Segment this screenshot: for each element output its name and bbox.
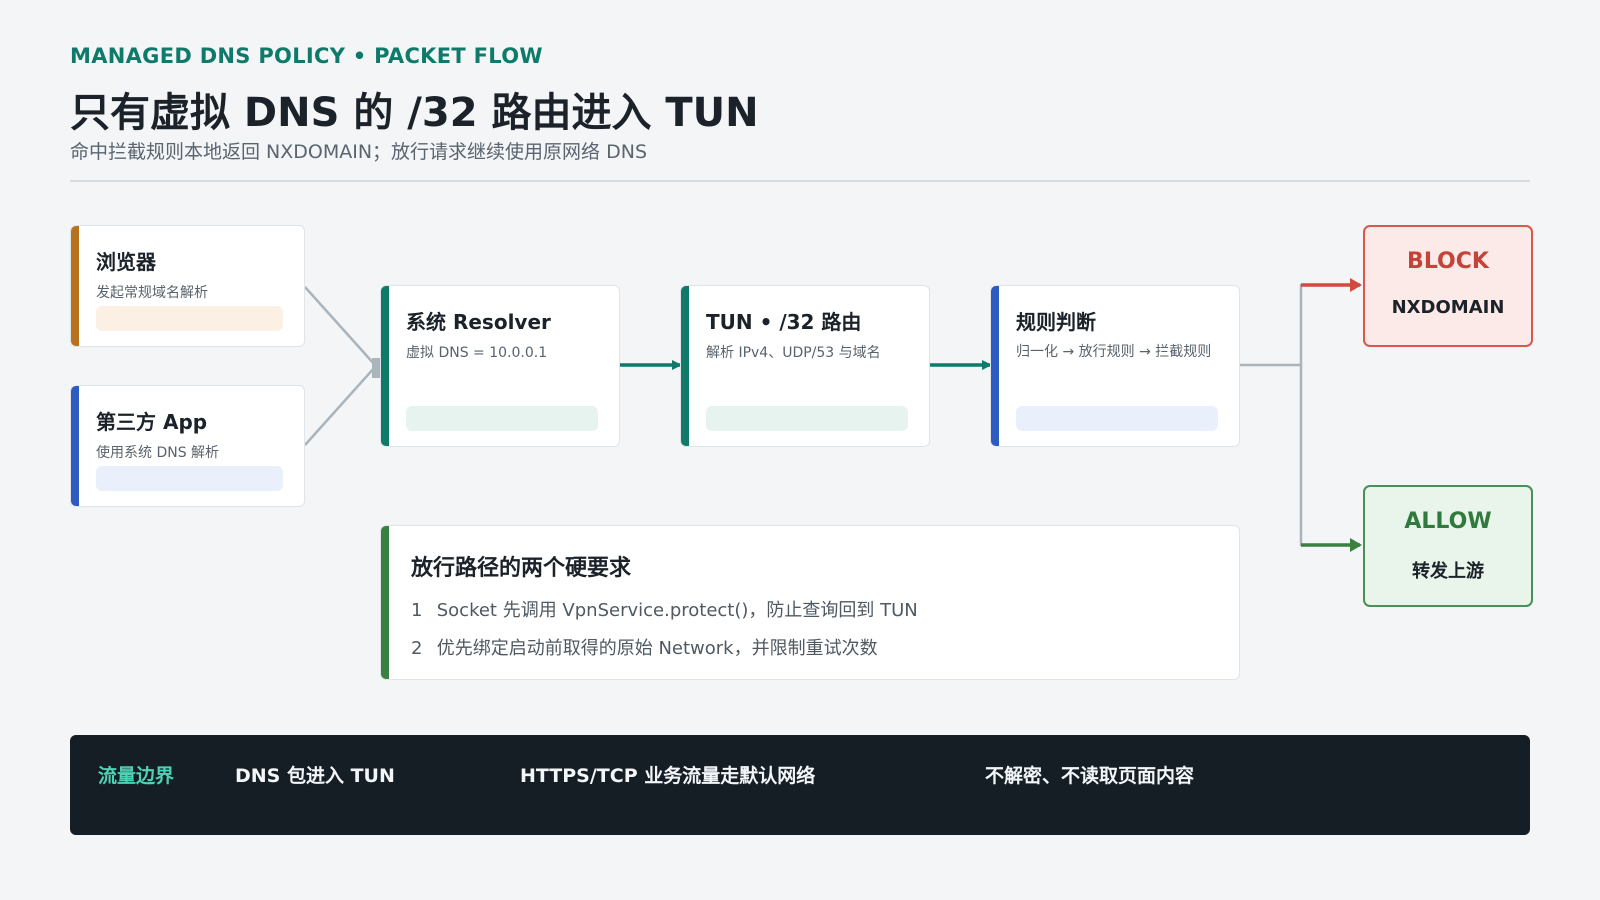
app-to-resolver-line: [304, 366, 376, 446]
requirement-item-2: 2 优先绑定启动前取得的原始 Network，并限制重试次数: [411, 634, 878, 660]
browser-to-resolver-line: [304, 286, 376, 366]
rules-placeholder-bar: [1016, 406, 1218, 431]
app-card: 第三方 App 使用系统 DNS 解析: [70, 385, 305, 507]
browser-card: 浏览器 发起常规域名解析: [70, 225, 305, 347]
browser-title: 浏览器: [96, 250, 156, 274]
traffic-boundary-bar: 流量边界 DNS 包进入 TUN HTTPS/TCP 业务流量走默认网络 不解密…: [70, 735, 1530, 835]
resolver-title: 系统 Resolver: [406, 310, 551, 334]
footer-item-privacy: 不解密、不读取页面内容: [985, 765, 1195, 787]
tun-title: TUN • /32 路由: [706, 310, 862, 334]
block-label: BLOCK: [1407, 249, 1489, 274]
app-placeholder-bar: [96, 466, 283, 491]
app-desc: 使用系统 DNS 解析: [96, 445, 220, 461]
allow-outcome: ALLOW 转发上游: [1363, 485, 1533, 607]
requirements-card: 放行路径的两个硬要求 1 Socket 先调用 VpnService.prote…: [380, 525, 1240, 680]
rules-accent-bar: [991, 286, 999, 446]
requirement-number: 2: [411, 638, 423, 659]
resolver-card: 系统 Resolver 虚拟 DNS = 10.0.0.1: [380, 285, 620, 447]
requirement-item-1: 1 Socket 先调用 VpnService.protect()，防止查询回到…: [411, 596, 918, 622]
block-outcome: BLOCK NXDOMAIN: [1363, 225, 1533, 347]
browser-desc: 发起常规域名解析: [96, 285, 208, 301]
footer-label: 流量边界: [98, 765, 175, 787]
rules-title: 规则判断: [1016, 310, 1096, 334]
rules-card: 规则判断 归一化 → 放行规则 → 拦截规则: [990, 285, 1240, 447]
app-accent-bar: [71, 386, 79, 506]
tun-accent-bar: [681, 286, 689, 446]
tun-placeholder-bar: [706, 406, 908, 431]
tun-card: TUN • /32 路由 解析 IPv4、UDP/53 与域名: [680, 285, 930, 447]
block-detail: NXDOMAIN: [1391, 297, 1505, 318]
tun-desc: 解析 IPv4、UDP/53 与域名: [706, 345, 881, 361]
requirements-title: 放行路径的两个硬要求: [411, 556, 632, 581]
requirement-text: 优先绑定启动前取得的原始 Network，并限制重试次数: [436, 638, 878, 659]
browser-placeholder-bar: [96, 306, 283, 331]
resolver-accent-bar: [381, 286, 389, 446]
requirement-text: Socket 先调用 VpnService.protect()，防止查询回到 T…: [436, 600, 918, 621]
resolver-placeholder-bar: [406, 406, 598, 431]
footer-item-dns: DNS 包进入 TUN: [235, 765, 395, 787]
allow-label: ALLOW: [1404, 509, 1492, 534]
requirements-accent-bar: [381, 526, 389, 679]
browser-accent-bar: [71, 226, 79, 346]
resolver-desc: 虚拟 DNS = 10.0.0.1: [406, 345, 548, 361]
app-title: 第三方 App: [96, 410, 208, 434]
rules-desc: 归一化 → 放行规则 → 拦截规则: [1016, 344, 1212, 360]
merge-node: [372, 358, 380, 378]
requirement-number: 1: [411, 600, 423, 621]
allow-detail: 转发上游: [1412, 561, 1484, 582]
footer-item-https: HTTPS/TCP 业务流量走默认网络: [520, 765, 816, 787]
